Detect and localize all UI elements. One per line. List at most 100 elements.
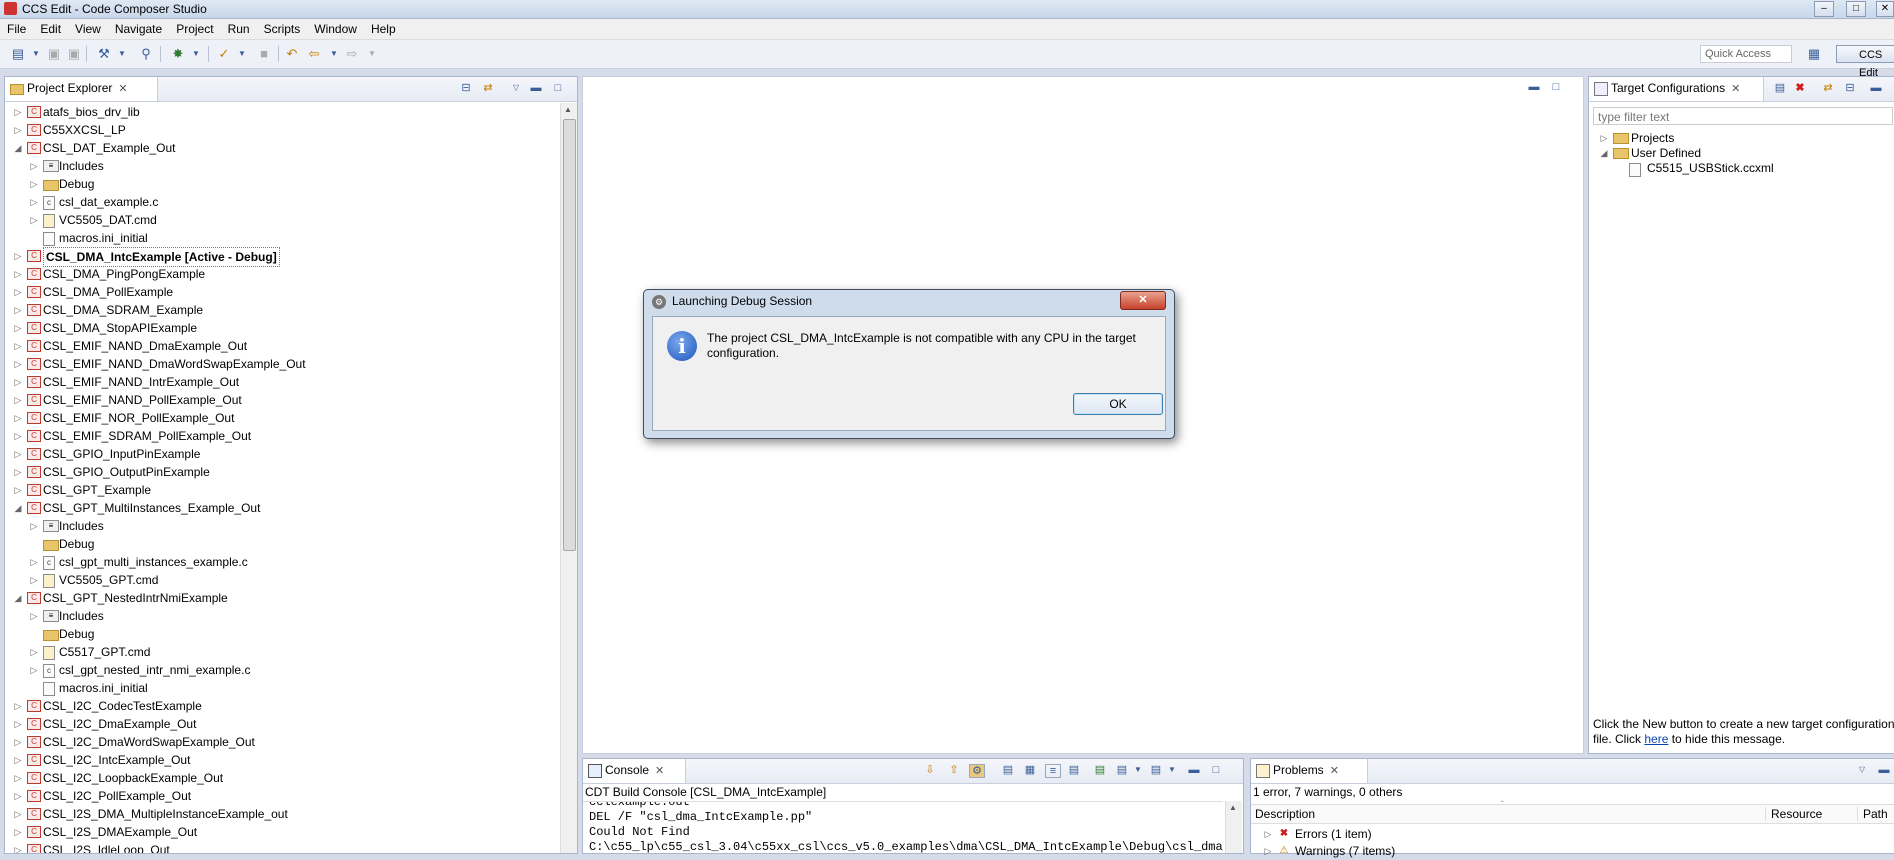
project-tree-item[interactable]: ▷ C CSL_DMA_SDRAM_Example [5, 301, 555, 319]
open-console-dropdown-icon[interactable]: ▼ [1165, 764, 1179, 776]
expand-icon[interactable]: ▷ [13, 841, 23, 853]
minimize-view-icon[interactable]: ▬ [1187, 764, 1201, 776]
new-icon[interactable]: ▤ [10, 47, 26, 61]
quick-access-input[interactable]: Quick Access [1700, 45, 1792, 63]
menu-scripts[interactable]: Scripts [257, 19, 308, 39]
project-tree-item[interactable]: ▷ C CSL_I2C_IntcExample_Out [5, 751, 555, 769]
expand-icon[interactable]: ▷ [29, 571, 39, 589]
last-edit-icon[interactable]: ↶ [284, 47, 300, 61]
menu-help[interactable]: Help [364, 19, 403, 39]
dialog-close-button[interactable]: ✕ [1120, 291, 1166, 310]
close-window-button[interactable]: ✕ [1876, 1, 1894, 17]
menu-navigate[interactable]: Navigate [108, 19, 169, 39]
project-tree-item[interactable]: ▷ C CSL_EMIF_NAND_DmaWordSwapExample_Out [5, 355, 555, 373]
expand-icon[interactable]: ▷ [13, 697, 23, 715]
project-tree-item[interactable]: ▷ C CSL_I2C_DmaExample_Out [5, 715, 555, 733]
open-perspective-icon[interactable]: ▦ [1806, 47, 1822, 61]
save-icon[interactable]: ▣ [46, 47, 62, 61]
debug-dropdown-icon[interactable]: ▼ [188, 47, 204, 61]
expand-icon[interactable]: ▷ [13, 823, 23, 841]
project-tree-item[interactable]: ▷ C CSL_GPIO_InputPinExample [5, 445, 555, 463]
project-tree-item[interactable]: ▷ C C55XXCSL_LP [5, 121, 555, 139]
expand-icon[interactable]: ▷ [13, 733, 23, 751]
maximize-button[interactable]: □ [1846, 1, 1866, 17]
minimize-view-icon[interactable]: ▬ [529, 82, 543, 94]
collapse-icon[interactable]: ◢ [13, 499, 23, 517]
view-menu-icon[interactable]: ▽ [509, 82, 523, 94]
project-tree-item[interactable]: ▷ C CSL_DMA_IntcExample [Active - Debug] [5, 247, 555, 267]
expand-icon[interactable]: ▷ [13, 247, 23, 265]
word-wrap-icon[interactable]: ≡ [1045, 764, 1061, 778]
menu-run[interactable]: Run [221, 19, 257, 39]
project-tree-item[interactable]: ◢ C CSL_GPT_NestedIntrNmiExample [5, 589, 555, 607]
clear-console-icon[interactable]: ▤ [1001, 764, 1015, 776]
expand-icon[interactable]: ▷ [13, 445, 23, 463]
perspective-ccs-edit[interactable]: CCS Edit [1836, 45, 1894, 79]
forward-arrow-icon[interactable]: ⇨ [344, 47, 360, 61]
column-description[interactable]: Description [1255, 807, 1766, 821]
display-console-icon[interactable]: ▤ [1115, 764, 1129, 776]
link-with-editor-icon[interactable]: ⇄ [481, 82, 495, 94]
target-config-tree-item[interactable]: C5515_USBStick.ccxml [1589, 161, 1889, 179]
tab-project-explorer[interactable]: Project Explorer ✕ [5, 77, 158, 101]
expand-icon[interactable]: ▷ [1263, 825, 1273, 843]
project-tree-item[interactable]: ▷ C CSL_I2S_IdleLoop_Out [5, 841, 555, 853]
project-tree-item[interactable]: ▷ C CSL_EMIF_NOR_PollExample_Out [5, 409, 555, 427]
expand-icon[interactable]: ▷ [13, 769, 23, 787]
hide-message-link[interactable]: here [1644, 732, 1668, 746]
collapse-all-icon[interactable]: ⊟ [459, 82, 473, 94]
display-dropdown-icon[interactable]: ▼ [1131, 764, 1145, 776]
project-tree-item[interactable]: ▷ C CSL_I2C_LoopbackExample_Out [5, 769, 555, 787]
tab-problems[interactable]: Problems ✕ [1251, 759, 1368, 783]
close-icon[interactable]: ✕ [1330, 760, 1339, 782]
delete-icon[interactable]: ✖ [1793, 82, 1807, 94]
open-console-icon[interactable]: ▤ [1149, 764, 1163, 776]
expand-icon[interactable]: ▷ [13, 319, 23, 337]
expand-icon[interactable]: ▷ [13, 787, 23, 805]
remove-launch-icon[interactable]: ▤ [1067, 764, 1081, 776]
project-tree-item[interactable]: ▷ C CSL_EMIF_NAND_IntrExample_Out [5, 373, 555, 391]
project-tree-scrollbar[interactable]: ▲ [560, 103, 577, 853]
expand-icon[interactable]: ▷ [29, 607, 39, 625]
minimize-view-icon[interactable]: ▬ [1869, 82, 1883, 94]
project-tree-item[interactable]: ▷ C CSL_I2S_DMA_MultipleInstanceExample_ou… [5, 805, 555, 823]
project-tree-item[interactable]: ▷ C CSL_DMA_PollExample [5, 283, 555, 301]
expand-icon[interactable]: ▷ [29, 643, 39, 661]
project-tree-item[interactable]: ▷ C CSL_GPIO_OutputPinExample [5, 463, 555, 481]
close-icon[interactable]: ✕ [655, 760, 664, 782]
minimize-view-icon[interactable]: ▬ [1877, 764, 1891, 776]
project-tree-child-item[interactable]: macros.ini_initial [5, 679, 555, 697]
build-dropdown-icon[interactable]: ▼ [114, 47, 130, 61]
expand-icon[interactable]: ▷ [29, 517, 39, 535]
back-arrow-icon[interactable]: ⇦ [306, 47, 322, 61]
scroll-up-icon[interactable]: ▲ [1229, 803, 1237, 812]
minimize-button[interactable]: – [1814, 1, 1834, 17]
column-path[interactable]: Path [1863, 807, 1888, 821]
expand-icon[interactable]: ▷ [29, 175, 39, 193]
expand-icon[interactable]: ▷ [13, 121, 23, 139]
next-error-icon[interactable]: ⇩ [923, 764, 937, 776]
collapse-icon[interactable]: ◢ [1599, 146, 1609, 161]
expand-icon[interactable]: ▷ [13, 355, 23, 373]
expand-icon[interactable]: ▷ [29, 661, 39, 679]
project-tree-child-item[interactable]: ▷ VC5505_GPT.cmd [5, 571, 555, 589]
project-tree-item[interactable]: ▷ C CSL_EMIF_SDRAM_PollExample_Out [5, 427, 555, 445]
save-all-icon[interactable]: ▣ [66, 47, 82, 61]
maximize-view-icon[interactable]: □ [551, 82, 565, 94]
tab-target-configurations[interactable]: Target Configurations ✕ [1589, 77, 1764, 101]
expand-icon[interactable]: ▷ [1263, 842, 1273, 860]
filter-input[interactable]: type filter text [1593, 107, 1893, 125]
expand-icon[interactable]: ▷ [13, 283, 23, 301]
project-tree-child-item[interactable]: Debug [5, 535, 555, 553]
scroll-lock-icon[interactable]: ▦ [1023, 764, 1037, 776]
project-tree-child-item[interactable]: ▷ c csl_gpt_multi_instances_example.c [5, 553, 555, 571]
show-console-icon[interactable]: ⚙ [969, 764, 985, 778]
terminate-icon[interactable]: ■ [256, 47, 272, 61]
expand-icon[interactable]: ▷ [13, 391, 23, 409]
project-tree-item[interactable]: ▷ C CSL_I2C_CodecTestExample [5, 697, 555, 715]
expand-icon[interactable]: ▷ [13, 373, 23, 391]
expand-icon[interactable]: ▷ [13, 481, 23, 499]
project-tree-child-item[interactable]: ▷ Debug [5, 175, 555, 193]
expand-icon[interactable]: ▷ [29, 553, 39, 571]
expand-icon[interactable]: ▷ [13, 427, 23, 445]
